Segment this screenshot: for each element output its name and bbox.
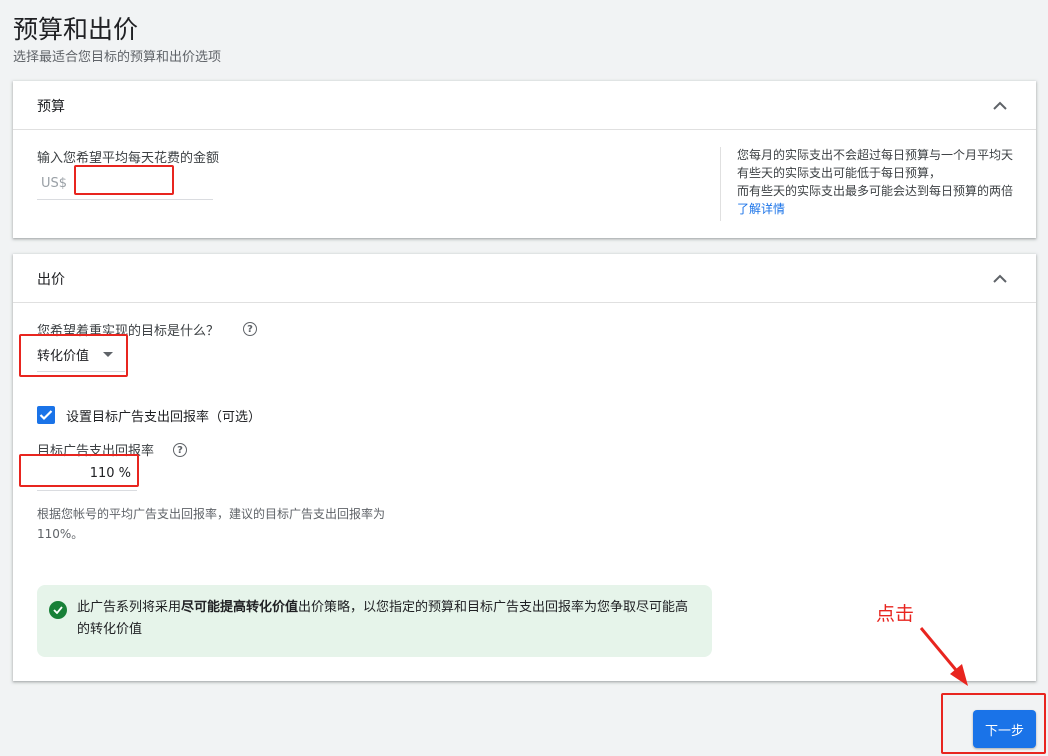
page-subtitle: 选择最适合您目标的预算和出价选项 — [13, 50, 222, 65]
goal-question: 您希望着重实现的目标是什么？ — [37, 324, 220, 339]
annotation-click-label: 点击 — [876, 603, 915, 625]
page-title: 预算和出价 — [13, 15, 139, 44]
strategy-info-banner: 此广告系列将采用尽可能提高转化价值出价策略，以您指定的预算和目标广告支出回报率为… — [37, 585, 712, 657]
strategy-info-text: 此广告系列将采用尽可能提高转化价值出价策略，以您指定的预算和目标广告支出回报率为… — [77, 597, 697, 641]
bidding-title: 出价 — [37, 272, 65, 288]
roas-checkbox[interactable] — [37, 406, 55, 424]
roas-input[interactable]: 110 % — [37, 460, 137, 491]
learn-more-link[interactable]: 了解详情 — [737, 200, 1014, 218]
banner-prefix: 此广告系列将采用 — [77, 600, 182, 615]
budget-card-header[interactable]: 预算 — [13, 81, 1036, 130]
roas-value: 110 % — [89, 466, 131, 481]
budget-amount-field[interactable]: US$ — [37, 171, 213, 200]
goal-select-value: 转化价值 — [37, 349, 90, 364]
roas-label: 目标广告支出回报率 — [37, 444, 155, 459]
bidding-card-header[interactable]: 出价 — [13, 254, 1036, 303]
budget-amount-input[interactable] — [77, 173, 201, 197]
checkmark-icon — [39, 410, 53, 421]
budget-collapse-button[interactable] — [988, 93, 1012, 117]
budget-input-label: 输入您希望平均每天花费的金额 — [37, 151, 220, 166]
budget-card: 预算 输入您希望平均每天花费的金额 US$ 您每月的实际支出不会超过每日预算与一… — [13, 81, 1036, 238]
budget-help-line: 有些天的实际支出可能低于每日预算， — [737, 166, 942, 180]
roas-checkbox-label[interactable]: 设置目标广告支出回报率（可选） — [66, 406, 261, 425]
help-icon[interactable]: ? — [243, 322, 257, 336]
goal-select[interactable]: 转化价值 — [37, 339, 125, 372]
budget-help-line: 而有些天的实际支出最多可能会达到每日预算的两倍 — [737, 184, 1014, 198]
budget-divider — [720, 147, 721, 221]
next-step-button[interactable]: 下一步 — [973, 710, 1036, 748]
budget-help-text: 您每月的实际支出不会超过每日预算与一个月平均天 有些天的实际支出可能低于每日预算… — [737, 146, 1014, 218]
roas-hint: 根据您帐号的平均广告支出回报率，建议的目标广告支出回报率为110%。 — [37, 507, 386, 541]
chevron-up-icon — [993, 274, 1007, 283]
chevron-up-icon — [993, 101, 1007, 110]
currency-prefix: US$ — [41, 176, 68, 191]
bidding-collapse-button[interactable] — [988, 266, 1012, 290]
banner-strategy-name: 尽可能提高转化价值 — [181, 600, 299, 615]
dropdown-arrow-icon — [103, 352, 113, 357]
budget-help-line: 您每月的实际支出不会超过每日预算与一个月平均天 — [737, 148, 1014, 162]
check-circle-icon — [49, 601, 67, 619]
budget-title: 预算 — [37, 99, 65, 115]
help-icon[interactable]: ? — [173, 443, 187, 457]
